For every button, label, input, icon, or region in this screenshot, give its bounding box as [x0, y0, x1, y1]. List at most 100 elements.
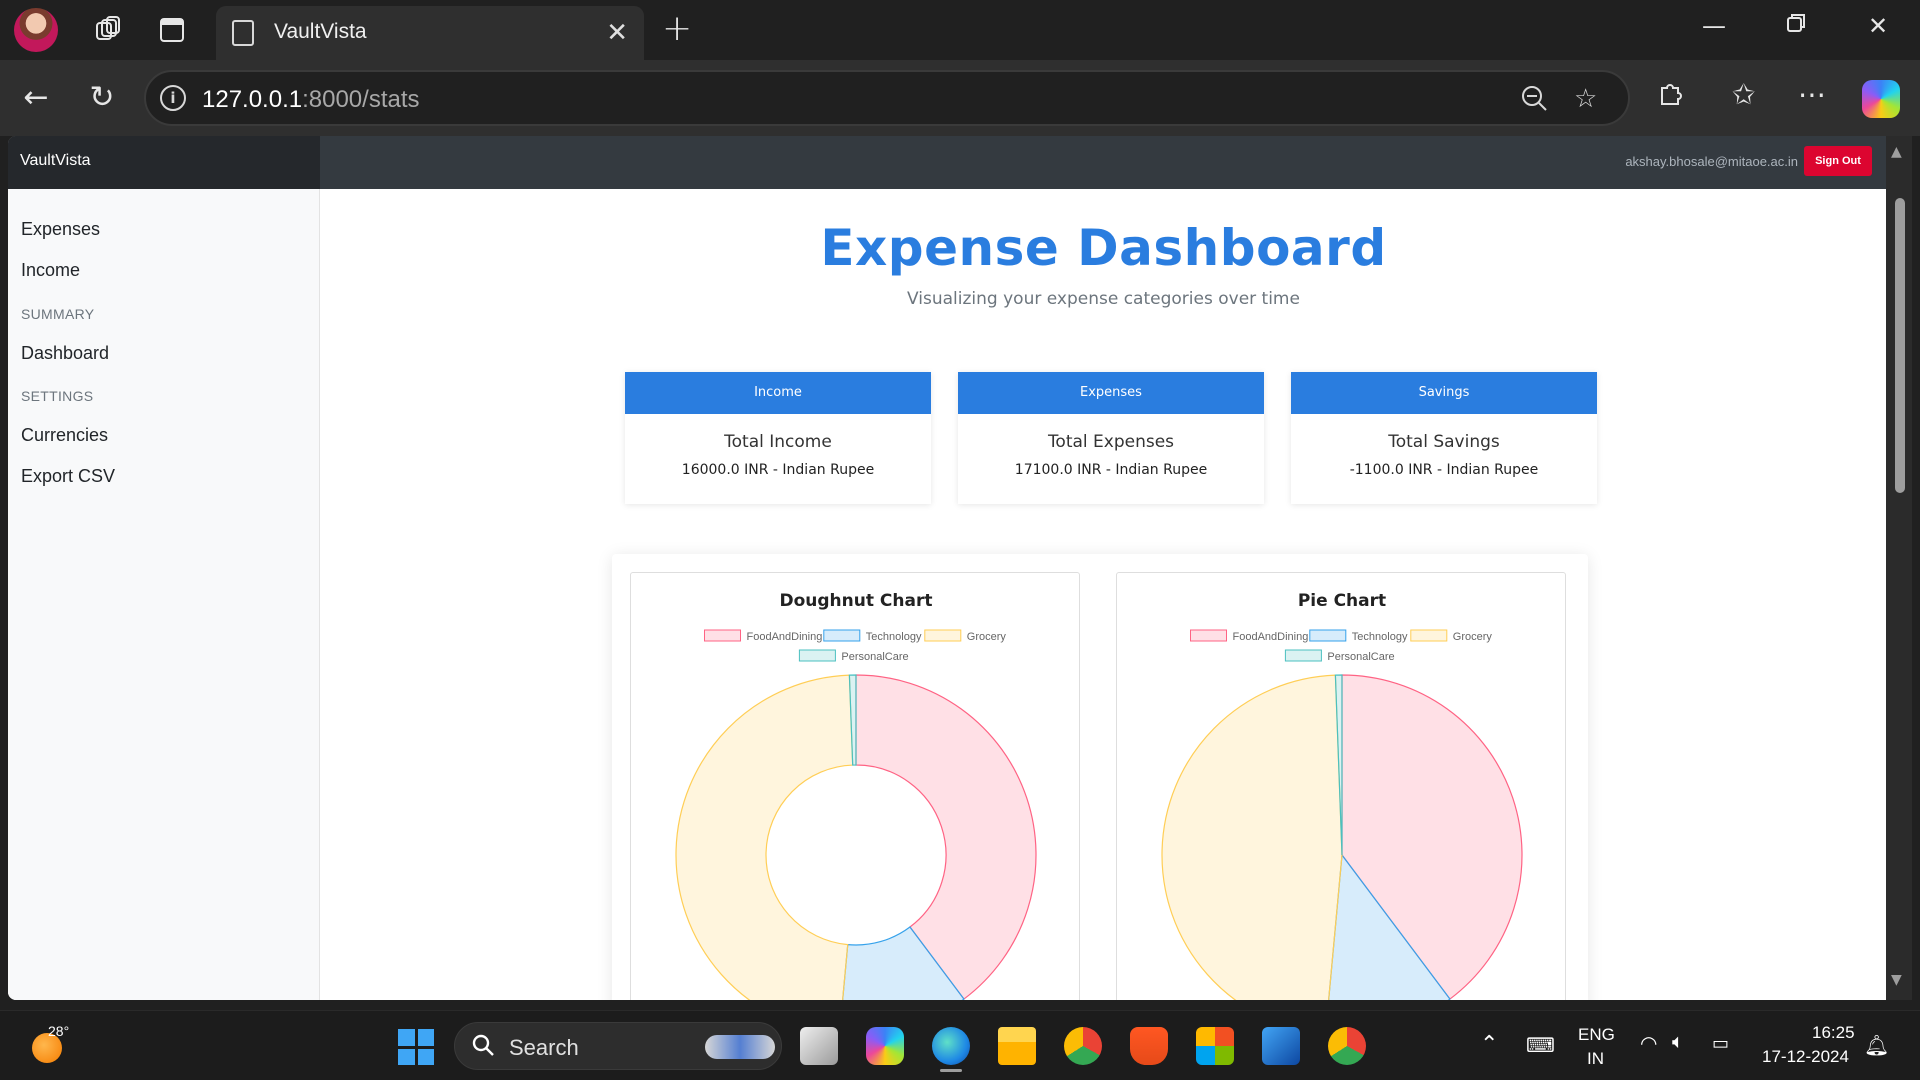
browser-toolbar: ← ↻ i 127.0.0.1:8000/stats ☆ ✩ ⋯: [0, 60, 1920, 136]
close-window-icon[interactable]: ✕: [1860, 12, 1896, 40]
search-icon: [471, 1033, 495, 1063]
card-title: Total Expenses: [1047, 432, 1175, 452]
clock-date[interactable]: 17-12-2024: [1762, 1047, 1849, 1067]
sign-out-button[interactable]: Sign Out: [1804, 146, 1872, 176]
sidebar-heading-settings: SETTINGS: [21, 388, 94, 404]
scroll-thumb[interactable]: [1895, 198, 1905, 493]
edge-browser-icon[interactable]: [932, 1027, 970, 1065]
legend-label[interactable]: Grocery: [967, 631, 1007, 643]
sidebar-heading-summary: SUMMARY: [21, 306, 95, 322]
new-tab-icon[interactable]: +: [662, 8, 692, 49]
chart-slice-grocery[interactable]: [675, 674, 854, 1000]
extensions-icon[interactable]: [1656, 78, 1686, 115]
expenses-card: Expenses Total Expenses 17100.0 INR - In…: [958, 372, 1264, 504]
page-scrollbar[interactable]: ▲ ▼: [1886, 136, 1912, 1000]
scroll-down-icon[interactable]: ▼: [1891, 972, 1902, 988]
search-label: Search: [509, 1035, 579, 1060]
legend-swatch[interactable]: [1309, 629, 1347, 642]
page-title: Expense Dashboard: [820, 219, 1387, 277]
tab-title: VaultVista: [274, 20, 367, 43]
chrome-profile-icon[interactable]: [1328, 1027, 1366, 1065]
legend-swatch[interactable]: [1190, 629, 1227, 642]
scroll-up-icon[interactable]: ▲: [1891, 144, 1902, 160]
legend-swatch[interactable]: [704, 629, 741, 642]
sidebar: Expenses Income SUMMARY Dashboard SETTIN…: [8, 189, 320, 1000]
web-page: VaultVista akshay.bhosale@mitaoe.ac.in S…: [8, 136, 1886, 1000]
legend-label[interactable]: FoodAndDining: [747, 631, 823, 643]
profile-avatar[interactable]: [14, 8, 58, 52]
back-icon[interactable]: ←: [16, 78, 56, 118]
site-info-icon[interactable]: i: [160, 85, 186, 111]
notifications-icon[interactable]: 🔔︎: [1864, 1033, 1889, 1058]
main-content: Expense Dashboard Visualizing your expen…: [321, 189, 1886, 1000]
card-header: Expenses: [958, 372, 1264, 414]
favorites-icon[interactable]: ✩: [1732, 78, 1755, 111]
language-code[interactable]: ENG: [1578, 1025, 1615, 1045]
user-email: akshay.bhosale@mitaoe.ac.in: [1625, 154, 1798, 169]
windows-taskbar: 28° Search ⌃ ⌨ ENG IN ◠ 🔈︎ ▭ 16:25 17-12…: [0, 1010, 1920, 1080]
legend-swatch[interactable]: [1284, 649, 1322, 662]
address-bar[interactable]: i 127.0.0.1:8000/stats ☆: [144, 70, 1630, 126]
legend-swatch[interactable]: [924, 629, 962, 642]
minimize-icon[interactable]: —: [1696, 12, 1732, 40]
restore-icon[interactable]: [1778, 12, 1814, 40]
zoom-icon[interactable]: [1520, 84, 1548, 119]
sidebar-item-dashboard[interactable]: Dashboard: [21, 343, 109, 364]
vscode-icon[interactable]: [1262, 1027, 1300, 1065]
brand-logo[interactable]: VaultVista: [8, 136, 320, 189]
task-view-icon[interactable]: [800, 1027, 838, 1065]
pie-chart-card: Pie Chart FoodAndDining Technology Grocery…: [1116, 572, 1566, 1000]
clock-time[interactable]: 16:25: [1812, 1023, 1855, 1043]
legend-label[interactable]: Grocery: [1453, 631, 1493, 643]
battery-icon[interactable]: ▭: [1712, 1033, 1729, 1054]
legend-label[interactable]: FoodAndDining: [1233, 631, 1309, 643]
chart-slice-grocery[interactable]: [1161, 674, 1343, 1000]
show-hidden-icons-icon[interactable]: ⌃: [1480, 1031, 1498, 1057]
close-tab-icon[interactable]: ✕: [606, 18, 628, 48]
pie-chart: FoodAndDining Technology Grocery PersonalCa…: [1161, 629, 1523, 1000]
volume-icon[interactable]: 🔈︎: [1672, 1031, 1684, 1054]
sidebar-item-income[interactable]: Income: [21, 260, 80, 281]
search-highlight-icon: [705, 1035, 775, 1059]
sidebar-item-expenses[interactable]: Expenses: [21, 219, 100, 240]
wifi-icon[interactable]: ◠: [1640, 1031, 1657, 1056]
chrome-icon[interactable]: [1064, 1027, 1102, 1065]
income-card: Income Total Income 16000.0 INR - Indian…: [625, 372, 931, 504]
brave-browser-icon[interactable]: [1130, 1027, 1168, 1065]
taskbar-search[interactable]: Search: [454, 1022, 782, 1070]
copilot-app-icon[interactable]: [866, 1027, 904, 1065]
url-text[interactable]: 127.0.0.1:8000/stats: [202, 86, 420, 114]
page-icon: [232, 20, 254, 46]
legend-swatch[interactable]: [1410, 629, 1448, 642]
workspaces-icon[interactable]: [90, 12, 126, 48]
browser-tab-active[interactable]: VaultVista ✕: [216, 6, 644, 60]
legend-label[interactable]: Technology: [1352, 631, 1408, 643]
legend-swatch[interactable]: [823, 629, 861, 642]
card-header: Savings: [1291, 372, 1597, 414]
legend-label[interactable]: PersonalCare: [1327, 651, 1394, 663]
file-explorer-icon[interactable]: [998, 1027, 1036, 1065]
sidebar-item-export-csv[interactable]: Export CSV: [21, 466, 115, 487]
card-value: 17100.0 INR - Indian Rupee: [1014, 462, 1208, 478]
charts-container: Doughnut Chart FoodAndDining Technology Gr…: [612, 554, 1588, 1000]
refresh-icon[interactable]: ↻: [82, 78, 122, 118]
page-subtitle: Visualizing your expense categories over…: [907, 289, 1300, 309]
start-icon[interactable]: [398, 1029, 434, 1065]
legend-swatch[interactable]: [798, 649, 836, 662]
favorite-star-icon[interactable]: ☆: [1574, 84, 1597, 114]
browser-title-bar: VaultVista ✕ + — ✕: [0, 0, 1920, 60]
weather-temperature[interactable]: 28°: [48, 1023, 69, 1039]
legend-label[interactable]: Technology: [866, 631, 922, 643]
microsoft-store-icon[interactable]: [1196, 1027, 1234, 1065]
sidebar-item-currencies[interactable]: Currencies: [21, 425, 108, 446]
region-code[interactable]: IN: [1587, 1049, 1604, 1069]
card-title: Total Income: [724, 432, 832, 452]
keyboard-icon[interactable]: ⌨: [1526, 1033, 1555, 1058]
legend-label[interactable]: PersonalCare: [841, 651, 908, 663]
vertical-tabs-icon[interactable]: [154, 12, 190, 48]
card-value: 16000.0 INR - Indian Rupee: [681, 462, 875, 478]
active-app-indicator: [940, 1069, 962, 1072]
more-options-icon[interactable]: ⋯: [1798, 78, 1826, 111]
copilot-icon[interactable]: [1862, 80, 1900, 118]
app-header: VaultVista akshay.bhosale@mitaoe.ac.in S…: [8, 136, 1886, 189]
